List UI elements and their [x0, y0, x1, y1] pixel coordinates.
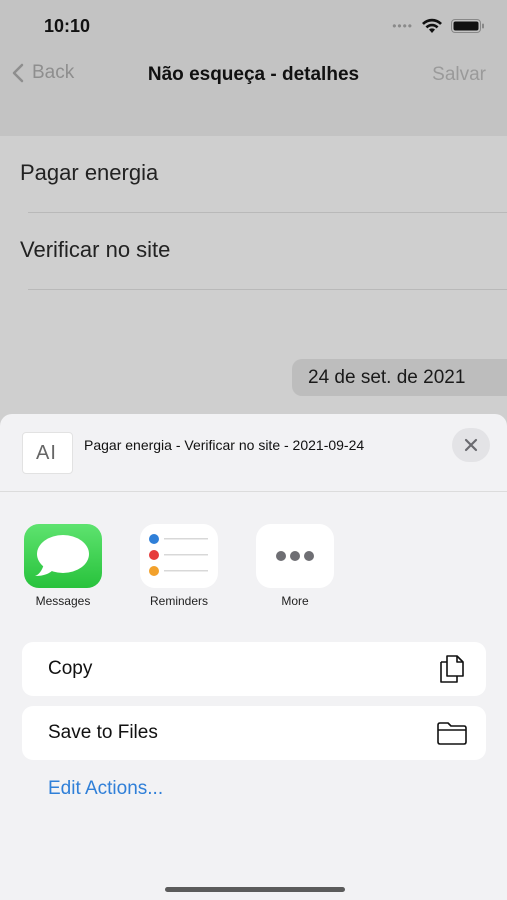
text-preview-thumbnail: AI — [22, 432, 73, 474]
share-sheet: AI Pagar energia - Verificar no site - 2… — [0, 414, 507, 900]
text-document-icon: AI — [36, 442, 57, 464]
wifi-icon — [422, 18, 442, 33]
date-label: 24 de set. de 2021 — [308, 367, 466, 388]
list-item[interactable]: Pagar energia — [0, 136, 507, 213]
action-label: Copy — [48, 658, 93, 679]
status-time: 10:10 — [44, 16, 91, 36]
share-preview-text: Pagar energia - Verificar no site - 2021… — [84, 437, 365, 453]
share-app-more[interactable]: More — [245, 524, 345, 608]
copy-action[interactable]: Copy — [22, 642, 486, 696]
share-sheet-header: AI Pagar energia - Verificar no site - 2… — [0, 414, 507, 492]
page-title: Não esqueça - detalhes — [147, 64, 360, 85]
app-label: Reminders — [149, 594, 209, 608]
app-label: More — [281, 594, 309, 608]
folder-icon — [437, 722, 467, 745]
messages-icon — [24, 524, 102, 588]
battery-icon — [451, 19, 484, 33]
save-button[interactable]: Salvar — [432, 64, 486, 86]
date-pill[interactable]: 24 de set. de 2021 — [292, 359, 507, 396]
app-label: Messages — [35, 594, 91, 608]
note-list: Pagar energia Verificar no site — [0, 136, 507, 290]
share-app-reminders[interactable]: Reminders — [129, 524, 229, 608]
edit-actions-link[interactable]: Edit Actions... — [48, 778, 163, 800]
list-item[interactable]: Verificar no site — [0, 213, 507, 290]
navigation-bar: Back Não esqueça - detalhes Salvar — [0, 52, 507, 98]
signal-dots-icon: •••• — [392, 19, 413, 33]
copy-icon — [440, 655, 464, 683]
more-icon — [256, 524, 334, 588]
close-button[interactable] — [452, 428, 490, 462]
list-item-text: Pagar energia — [20, 160, 159, 185]
divider — [28, 289, 507, 290]
share-app-messages[interactable]: Messages — [13, 524, 113, 608]
status-bar: 10:10 •••• — [0, 0, 507, 52]
share-apps-row: Messages Reminders More — [0, 524, 507, 614]
action-label: Save to Files — [48, 722, 158, 743]
list-item-text: Verificar no site — [20, 237, 171, 262]
status-indicators: •••• — [392, 18, 485, 34]
home-indicator — [165, 887, 345, 892]
save-to-files-action[interactable]: Save to Files — [22, 706, 486, 760]
reminders-icon — [140, 524, 218, 588]
close-icon — [464, 438, 478, 452]
